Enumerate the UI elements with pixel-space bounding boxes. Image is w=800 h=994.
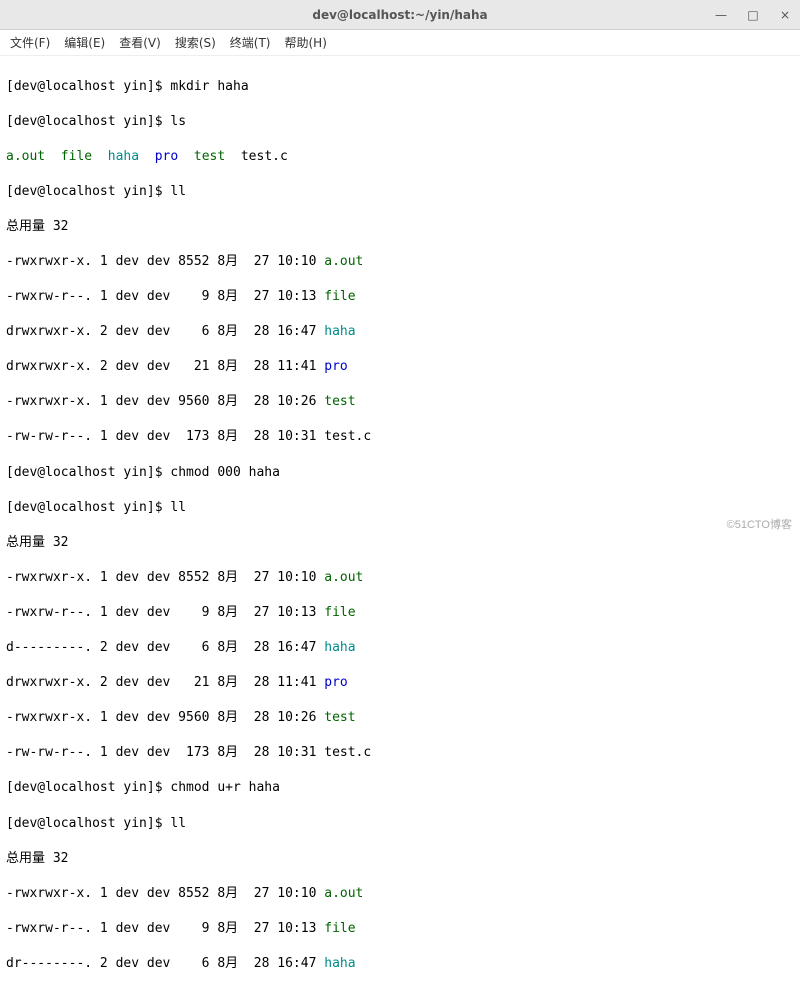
file-exec: file	[324, 921, 355, 936]
ll-row: drwxrwxr-x. 2 dev dev 6 8月 28 16:47 haha	[6, 323, 794, 341]
file-exec: a.out	[324, 570, 363, 585]
prompt: [dev@localhost yin]$	[6, 780, 170, 795]
dir: haha	[108, 149, 139, 164]
ls-output-line: a.out file haha pro test test.c	[6, 148, 794, 166]
command: ll	[170, 816, 186, 831]
ll-row: -rwxrw-r--. 1 dev dev 9 8月 27 10:13 file	[6, 604, 794, 622]
prompt: [dev@localhost yin]$	[6, 79, 170, 94]
dir: pro	[155, 149, 178, 164]
minimize-button[interactable]: —	[712, 6, 730, 24]
prompt-line: [dev@localhost yin]$ chmod u+r haha	[6, 779, 794, 797]
prompt: [dev@localhost yin]$	[6, 114, 170, 129]
dir: pro	[324, 359, 347, 374]
ll-row: -rwxrwxr-x. 1 dev dev 8552 8月 27 10:10 a…	[6, 569, 794, 587]
command: ll	[170, 184, 186, 199]
maximize-button[interactable]: □	[744, 6, 762, 24]
file-exec: file	[61, 149, 92, 164]
prompt: [dev@localhost yin]$	[6, 816, 170, 831]
ll-row: -rwxrwxr-x. 1 dev dev 9560 8月 28 10:26 t…	[6, 709, 794, 727]
dir: haha	[324, 324, 355, 339]
menubar: 文件(F) 编辑(E) 查看(V) 搜索(S) 终端(T) 帮助(H)	[0, 30, 800, 56]
menu-help[interactable]: 帮助(H)	[285, 34, 327, 51]
prompt: [dev@localhost yin]$	[6, 465, 170, 480]
file-exec: test	[194, 149, 225, 164]
window-title: dev@localhost:~/yin/haha	[312, 8, 487, 22]
dir: haha	[324, 956, 355, 971]
window-controls: — □ ×	[712, 6, 794, 24]
ll-row: -rwxrw-r--. 1 dev dev 9 8月 27 10:13 file	[6, 920, 794, 938]
ll-row: -rwxrwxr-x. 1 dev dev 8552 8月 27 10:10 a…	[6, 253, 794, 271]
ll-row: dr--------. 2 dev dev 6 8月 28 16:47 haha	[6, 955, 794, 973]
menu-terminal[interactable]: 终端(T)	[230, 34, 271, 51]
file-exec: a.out	[324, 254, 363, 269]
prompt-line: [dev@localhost yin]$ ll	[6, 183, 794, 201]
prompt: [dev@localhost yin]$	[6, 184, 170, 199]
command: chmod 000 haha	[170, 465, 280, 480]
menu-search[interactable]: 搜索(S)	[175, 34, 216, 51]
ll-row: -rwxrw-r--. 1 dev dev 9 8月 27 10:13 file	[6, 288, 794, 306]
file-exec: test	[324, 394, 355, 409]
ll-row: -rw-rw-r--. 1 dev dev 173 8月 28 10:31 te…	[6, 744, 794, 762]
ll-row: -rwxrwxr-x. 1 dev dev 9560 8月 28 10:26 t…	[6, 393, 794, 411]
command: chmod u+r haha	[170, 780, 280, 795]
close-button[interactable]: ×	[776, 6, 794, 24]
prompt-line: [dev@localhost yin]$ ll	[6, 815, 794, 833]
terminal-output[interactable]: [dev@localhost yin]$ mkdir haha [dev@loc…	[0, 56, 800, 994]
dir: haha	[324, 640, 355, 655]
titlebar: dev@localhost:~/yin/haha — □ ×	[0, 0, 800, 30]
prompt-line: [dev@localhost yin]$ chmod 000 haha	[6, 464, 794, 482]
ll-row: drwxrwxr-x. 2 dev dev 21 8月 28 11:41 pro	[6, 674, 794, 692]
prompt: [dev@localhost yin]$	[6, 500, 170, 515]
prompt-line: [dev@localhost yin]$ ls	[6, 113, 794, 131]
ll-row: drwxrwxr-x. 2 dev dev 21 8月 28 11:41 pro	[6, 358, 794, 376]
command: mkdir haha	[170, 79, 248, 94]
prompt-line: [dev@localhost yin]$ mkdir haha	[6, 78, 794, 96]
file-exec: a.out	[324, 886, 363, 901]
watermark: ©51CTO博客	[727, 516, 792, 532]
file-exec: file	[324, 605, 355, 620]
file-exec: test	[324, 710, 355, 725]
prompt-line: [dev@localhost yin]$ ll	[6, 499, 794, 517]
command: ll	[170, 500, 186, 515]
command: ls	[170, 114, 186, 129]
file-exec: a.out	[6, 149, 45, 164]
total-line: 总用量 32	[6, 850, 794, 868]
total-line: 总用量 32	[6, 218, 794, 236]
ll-row: -rwxrwxr-x. 1 dev dev 8552 8月 27 10:10 a…	[6, 885, 794, 903]
total-line: 总用量 32	[6, 534, 794, 552]
menu-view[interactable]: 查看(V)	[119, 34, 161, 51]
ll-row: -rw-rw-r--. 1 dev dev 173 8月 28 10:31 te…	[6, 428, 794, 446]
menu-file[interactable]: 文件(F)	[10, 34, 50, 51]
dir: pro	[324, 675, 347, 690]
menu-edit[interactable]: 编辑(E)	[64, 34, 105, 51]
file-plain: test.c	[241, 149, 288, 164]
file-exec: file	[324, 289, 355, 304]
ll-row: d---------. 2 dev dev 6 8月 28 16:47 haha	[6, 639, 794, 657]
